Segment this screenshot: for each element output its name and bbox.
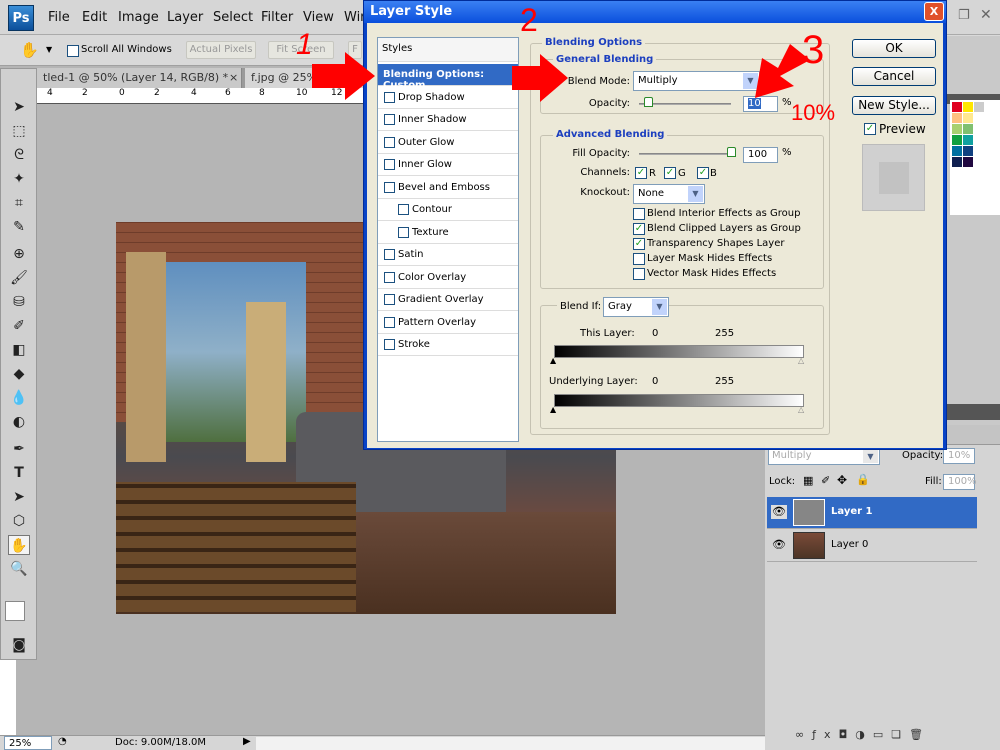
annotation-arrows [312, 44, 810, 102]
arrow-2-icon [512, 54, 568, 102]
arrow-3-icon [755, 44, 810, 98]
arrow-1-icon [312, 52, 375, 100]
